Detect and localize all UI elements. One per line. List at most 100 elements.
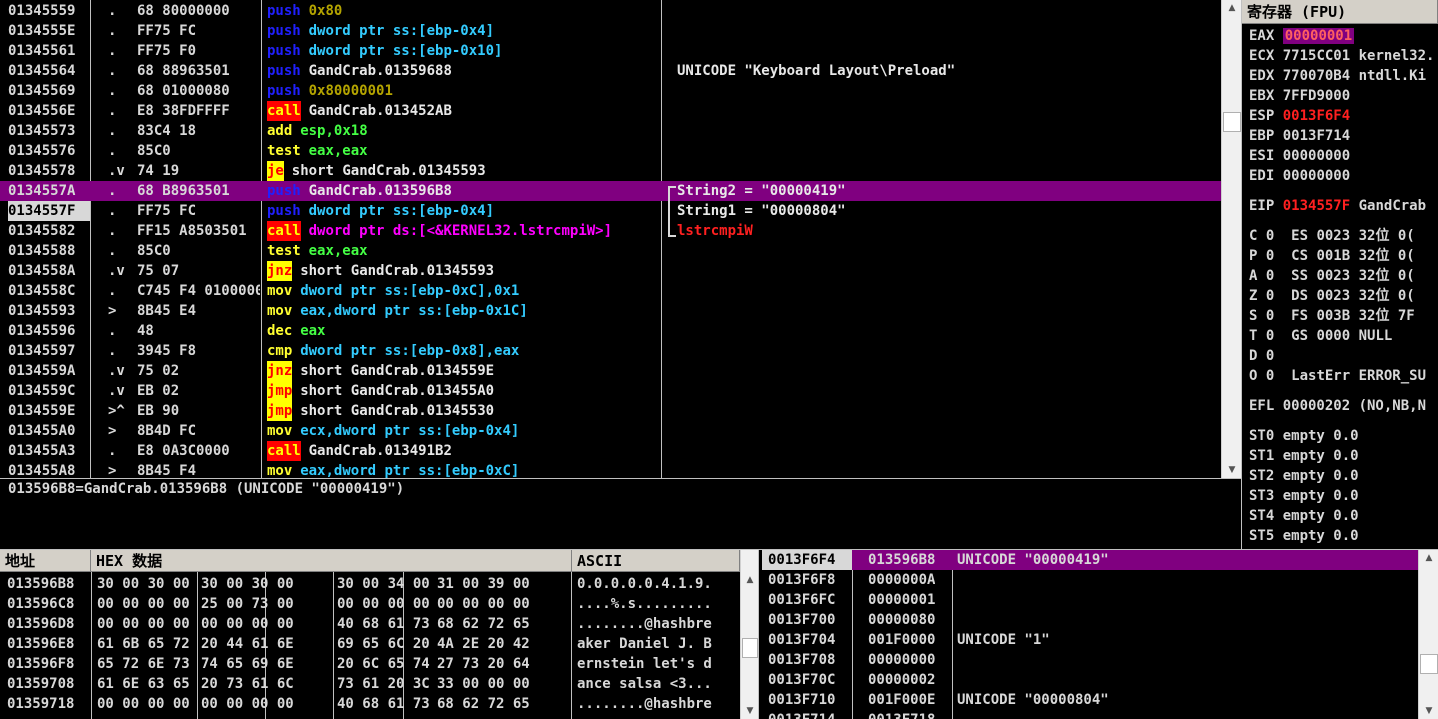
register-row[interactable]: ESP 0013F6F4 <box>1242 106 1438 126</box>
disasm-row[interactable]: 01345569. 68 01000080 push 0x80000001 <box>0 81 1221 101</box>
disasm-row[interactable]: 01345564. 68 88963501 push GandCrab.0135968… <box>0 61 1221 81</box>
register-row[interactable]: EDX 770070B4 ntdll.Ki <box>1242 66 1438 86</box>
disasm-row[interactable]: 013455A0 >8B4D FC mov ecx,dword ptr ss:[ebp… <box>0 421 1221 441</box>
dump-header-hex[interactable]: HEX 数据 <box>91 550 572 572</box>
dump-row[interactable]: 01359718 00 00 00 00 00 00 00 00 40 68 61 7… <box>0 694 740 714</box>
stack-row[interactable]: 0013F700 00000080 <box>762 610 1418 630</box>
fpu-register[interactable]: ST1 empty 0.0 <box>1242 446 1438 466</box>
register-value[interactable]: 770070B4 <box>1283 68 1350 84</box>
register-row[interactable]: EBX 7FFD9000 <box>1242 86 1438 106</box>
disasm-row[interactable]: 0134559A .v 75 02 jnz short GandCrab.0134559… <box>0 361 1221 381</box>
stack-row[interactable]: 0013F6F4 013596B8 UNICODE "00000419" <box>762 550 1418 570</box>
dump-row[interactable]: 013596E8 61 6B 65 72 20 44 61 6E 69 65 6C 2… <box>0 634 740 654</box>
scroll-thumb[interactable] <box>1420 654 1438 674</box>
register-value[interactable]: 0013F6F4 <box>1283 108 1350 124</box>
register-row[interactable]: ECX 7715CC01 kernel32. <box>1242 46 1438 66</box>
register-row-eip[interactable]: EIP 0134557F GandCrab <box>1242 196 1438 216</box>
flag-row[interactable]: S 0 FS 003B 32位 7F <box>1242 306 1438 326</box>
fpu-register[interactable]: ST5 empty 0.0 <box>1242 526 1438 546</box>
disasm-row[interactable]: 01345559. 68 80000000 push 0x80 <box>0 1 1221 21</box>
flag-row[interactable]: O 0 LastErr ERROR_SU <box>1242 366 1438 386</box>
dump-row[interactable]: 013596C8 00 00 00 00 25 00 73 00 00 00 00 0… <box>0 594 740 614</box>
register-row[interactable]: EAX 00000001 <box>1242 26 1438 46</box>
jump-marker: . <box>108 123 117 139</box>
flag-row[interactable]: T 0 GS 0000 NULL <box>1242 326 1438 346</box>
hex-group: 20 44 61 6E <box>201 636 294 652</box>
flag-row[interactable]: P 0 CS 001B 32位 0( <box>1242 246 1438 266</box>
stack-row[interactable]: 0013F6F8 0000000A <box>762 570 1418 590</box>
dump-row[interactable]: 013596F8 65 72 6E 73 74 65 69 6E 20 6C 65 7… <box>0 654 740 674</box>
disasm-row[interactable]: 01345573. 83C4 18 add esp,0x18 <box>0 121 1221 141</box>
disasm-row[interactable]: 0134555E. FF75 FC push dword ptr ss:[ebp-0x… <box>0 21 1221 41</box>
flag-row[interactable]: A 0 SS 0023 32位 0( <box>1242 266 1438 286</box>
scroll-thumb[interactable] <box>1223 112 1241 132</box>
opcode-bytes: E8 38FDFFFF <box>137 103 230 119</box>
disassembly-pane[interactable]: 01345559. 68 80000000 push 0x80 0134555E. FF7… <box>0 0 1221 478</box>
stack-row[interactable]: 0013F710 001F000E UNICODE "00000804" <box>762 690 1418 710</box>
register-value[interactable]: 7715CC01 <box>1283 48 1350 64</box>
register-value[interactable]: 00000001 <box>1282 28 1355 44</box>
stack-row[interactable]: 0013F708 00000000 <box>762 650 1418 670</box>
disasm-scrollbar[interactable]: ▲ ▼ <box>1221 0 1242 478</box>
fpu-register[interactable]: ST0 empty 0.0 <box>1242 426 1438 446</box>
flag-row[interactable]: D 0 <box>1242 346 1438 366</box>
disasm-row[interactable]: 01345578 .v 74 19 je short GandCrab.01345593 <box>0 161 1221 181</box>
scroll-down-icon[interactable]: ▼ <box>1222 462 1242 478</box>
fpu-register[interactable]: ST4 empty 0.0 <box>1242 506 1438 526</box>
disasm-row[interactable]: 0134559C .v EB 02 jmp short GandCrab.013455A… <box>0 381 1221 401</box>
dump-pane[interactable]: 地址 HEX 数据 ASCII 013596B8 30 00 30 00 30 00… <box>0 550 740 719</box>
scroll-up-icon[interactable]: ▲ <box>741 572 759 588</box>
flag-row[interactable]: C 0 ES 0023 32位 0( <box>1242 226 1438 246</box>
stack-row[interactable]: 0013F714 0013F718 <box>762 710 1418 719</box>
register-row[interactable]: EBP 0013F714 <box>1242 126 1438 146</box>
stack-row[interactable]: 0013F70C 00000002 <box>762 670 1418 690</box>
hex-group: 73 61 20 3C <box>337 676 430 692</box>
dump-header-ascii[interactable]: ASCII <box>572 550 740 572</box>
flag-row[interactable]: Z 0 DS 0023 32位 0( <box>1242 286 1438 306</box>
disasm-row[interactable]: 013455A3. E8 0A3C0000 call GandCrab.013491B… <box>0 441 1221 461</box>
disasm-row[interactable]: 01345582. FF15 A8503501 call dword ptr ds:[… <box>0 221 1221 241</box>
register-value[interactable]: 0013F714 <box>1283 128 1350 144</box>
ascii-text: ....%.s......... <box>577 596 712 612</box>
dump-header-addr[interactable]: 地址 <box>0 550 91 572</box>
register-value[interactable]: 0134557F <box>1283 198 1350 214</box>
stack-pane[interactable]: 0013F6F4 013596B8 UNICODE "00000419" 0013F6… <box>762 550 1418 719</box>
stack-row[interactable]: 0013F6FC 00000001 <box>762 590 1418 610</box>
scroll-down-icon[interactable]: ▼ <box>1419 703 1438 719</box>
disasm-row[interactable]: 01345593 >8B45 E4 mov eax,dword ptr ss:[ebp… <box>0 301 1221 321</box>
disasm-row[interactable]: 013455A8 >8B45 F4 mov eax,dword ptr ss:[ebp… <box>0 461 1221 478</box>
disasm-row[interactable]: 0134558A .v 75 07 jnz short GandCrab.0134559… <box>0 261 1221 281</box>
dump-row[interactable]: 01359708 61 6E 63 65 20 73 61 6C 73 61 20 3… <box>0 674 740 694</box>
scroll-down-icon[interactable]: ▼ <box>741 703 759 719</box>
register-value[interactable]: 00000000 <box>1283 168 1350 184</box>
disasm-row[interactable]: 0134557F. FF75 FC push dword ptr ss:[ebp-0x… <box>0 201 1221 221</box>
register-row[interactable]: ESI 00000000 <box>1242 146 1438 166</box>
disasm-row[interactable]: 0134557A. 68 B8963501 push GandCrab.013596B… <box>0 181 1221 201</box>
disasm-row[interactable]: 0134558C. C745 F4 01000000 mov dword ptr ss… <box>0 281 1221 301</box>
disasm-row[interactable]: 01345561. FF75 F0 push dword ptr ss:[ebp-0x… <box>0 41 1221 61</box>
scroll-up-icon[interactable]: ▲ <box>1222 0 1242 16</box>
disasm-row[interactable]: 01345576. 85C0 test eax,eax <box>0 141 1221 161</box>
disasm-row[interactable]: 0134556E. E8 38FDFFFF call GandCrab.013452A… <box>0 101 1221 121</box>
disasm-row[interactable]: 01345588. 85C0 test eax,eax <box>0 241 1221 261</box>
scroll-up-icon[interactable]: ▲ <box>1419 550 1438 566</box>
registers-title[interactable]: 寄存器 (FPU) <box>1242 0 1438 24</box>
stack-scrollbar[interactable]: ▲ ▼ <box>1418 550 1438 719</box>
registers-pane[interactable]: 寄存器 (FPU) EAX 00000001 ECX 7715CC01 kerne… <box>1242 0 1438 549</box>
disasm-row[interactable]: 01345596. 48 dec eax <box>0 321 1221 341</box>
register-value[interactable]: 7FFD9000 <box>1283 88 1350 104</box>
dump-row[interactable]: 013596B8 30 00 30 00 30 00 30 00 30 00 34 0… <box>0 574 740 594</box>
fpu-register[interactable]: ST3 empty 0.0 <box>1242 486 1438 506</box>
register-value[interactable]: 00000000 <box>1283 148 1350 164</box>
fpu-register[interactable]: ST2 empty 0.0 <box>1242 466 1438 486</box>
dump-row[interactable]: 013596D8 00 00 00 00 00 00 00 00 40 68 61 7… <box>0 614 740 634</box>
disasm-row[interactable]: 0134559E >^ EB 90 jmp short GandCrab.0134553… <box>0 401 1221 421</box>
dump-scrollbar[interactable]: ▲ ▼ <box>740 550 759 719</box>
opcode-bytes: 3945 F8 <box>137 343 197 359</box>
scroll-thumb[interactable] <box>742 638 758 658</box>
efl-row[interactable]: EFL 00000202 (NO,NB,N <box>1242 396 1438 416</box>
register-row[interactable]: EDI 00000000 <box>1242 166 1438 186</box>
disasm-row[interactable]: 01345597. 3945 F8 cmp dword ptr ss:[ebp-0x8… <box>0 341 1221 361</box>
stack-value: 0000000A <box>868 572 936 588</box>
stack-row[interactable]: 0013F704 001F0000 UNICODE "1" <box>762 630 1418 650</box>
